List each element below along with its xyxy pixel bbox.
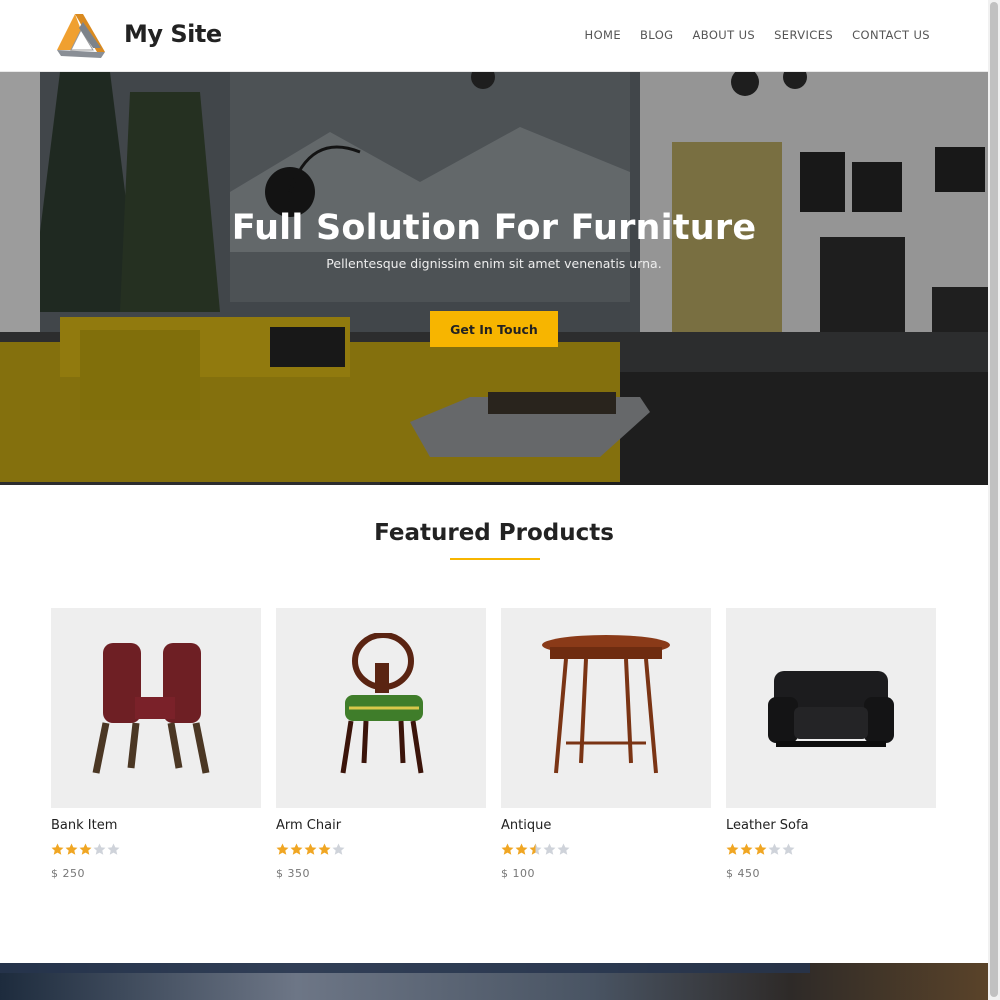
star-icon xyxy=(782,843,795,855)
product-card[interactable]: Antique $ 100 xyxy=(501,608,711,888)
star-icon xyxy=(515,843,528,855)
scrollbar-thumb[interactable] xyxy=(990,2,998,997)
featured-products-title: Featured Products xyxy=(374,520,614,546)
product-image[interactable] xyxy=(501,608,711,808)
star-icon xyxy=(740,843,753,855)
star-icon xyxy=(501,843,514,855)
main-nav: HOME BLOG ABOUT US SERVICES CONTACT US xyxy=(566,28,930,42)
product-card[interactable]: Leather Sofa $ 450 xyxy=(726,608,936,888)
nav-home[interactable]: HOME xyxy=(585,28,622,42)
page-scrollbar[interactable] xyxy=(988,0,1000,1000)
star-icon xyxy=(726,843,739,855)
rating-stars xyxy=(501,843,570,856)
star-icon xyxy=(65,843,78,855)
site-brand[interactable]: My Site xyxy=(124,20,222,48)
nav-contact-us[interactable]: CONTACT US xyxy=(852,28,930,42)
nav-services[interactable]: SERVICES xyxy=(774,28,833,42)
table-icon xyxy=(542,635,670,774)
star-icon xyxy=(332,843,345,855)
star-icon xyxy=(754,843,767,855)
star-icon xyxy=(290,843,303,855)
rating-stars xyxy=(276,843,345,856)
product-name[interactable]: Leather Sofa xyxy=(726,818,809,833)
product-image[interactable] xyxy=(51,608,261,808)
product-card[interactable]: Arm Chair $ 350 xyxy=(276,608,486,888)
hero-title: Full Solution For Furniture xyxy=(231,208,757,248)
product-price: $ 350 xyxy=(276,867,310,880)
site-header: My Site HOME BLOG ABOUT US SERVICES CONT… xyxy=(0,0,988,72)
product-card[interactable]: Bank Item $ 250 xyxy=(51,608,261,888)
rating-stars xyxy=(51,843,120,856)
star-icon xyxy=(304,843,317,855)
product-name[interactable]: Bank Item xyxy=(51,818,117,833)
next-section-table-edge xyxy=(0,963,810,973)
hero-subtitle: Pellentesque dignissim enim sit amet ven… xyxy=(326,256,662,271)
rating-stars xyxy=(726,843,795,856)
product-name[interactable]: Arm Chair xyxy=(276,818,341,833)
product-price: $ 450 xyxy=(726,867,760,880)
star-icon xyxy=(557,843,570,855)
star-icon xyxy=(51,843,64,855)
star-icon xyxy=(529,843,542,855)
product-image[interactable] xyxy=(726,608,936,808)
product-price: $ 100 xyxy=(501,867,535,880)
star-icon xyxy=(543,843,556,855)
chair-icon xyxy=(340,633,424,774)
hero-overlay xyxy=(0,72,988,485)
title-underline xyxy=(450,558,540,560)
star-icon xyxy=(79,843,92,855)
star-icon xyxy=(107,843,120,855)
product-image[interactable] xyxy=(276,608,486,808)
star-icon xyxy=(768,843,781,855)
product-price: $ 250 xyxy=(51,867,85,880)
triangle-logo-icon[interactable] xyxy=(53,12,107,58)
star-icon xyxy=(93,843,106,855)
star-icon xyxy=(276,843,289,855)
get-in-touch-button[interactable]: Get In Touch xyxy=(430,311,558,347)
hero-section: Full Solution For Furniture Pellentesque… xyxy=(0,72,988,485)
sofa-icon xyxy=(768,671,894,747)
bench-icon xyxy=(92,643,210,774)
nav-about-us[interactable]: ABOUT US xyxy=(692,28,755,42)
star-icon xyxy=(318,843,331,855)
product-name[interactable]: Antique xyxy=(501,818,551,833)
product-grid: Bank Item $ 250 Arm Chair $ 350 Antique … xyxy=(51,608,937,888)
nav-blog[interactable]: BLOG xyxy=(640,28,673,42)
